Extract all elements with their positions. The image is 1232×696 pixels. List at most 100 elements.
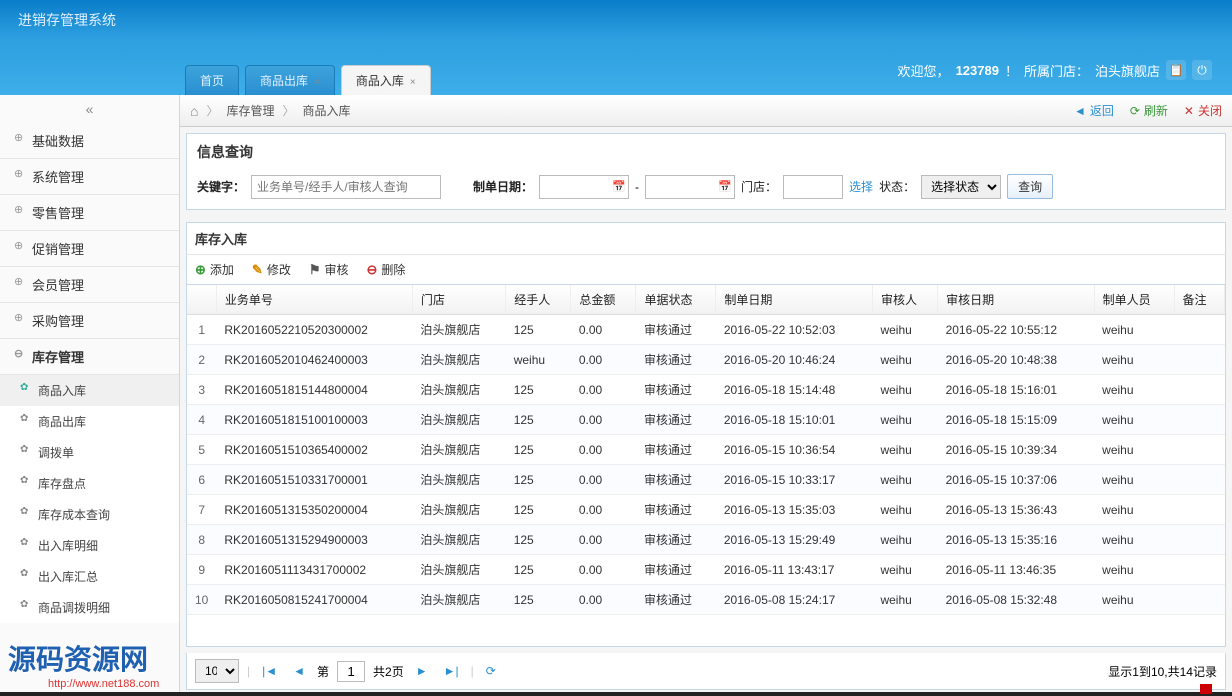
- welcome-prefix: 欢迎您，: [898, 61, 950, 80]
- table-row[interactable]: 3RK2016051815144800004泊头旗舰店1250.00审核通过20…: [187, 375, 1225, 405]
- table-row[interactable]: 6RK2016051510331700001泊头旗舰店1250.00审核通过20…: [187, 465, 1225, 495]
- table-row[interactable]: 7RK2016051315350200004泊头旗舰店1250.00审核通过20…: [187, 495, 1225, 525]
- nav-group-基础数据[interactable]: 基础数据: [0, 123, 179, 159]
- date-label: 制单日期：: [473, 178, 533, 195]
- refresh-button[interactable]: ⟳刷新: [1130, 102, 1168, 119]
- store-input[interactable]: [783, 175, 843, 199]
- breadcrumb-lvl1[interactable]: 库存管理: [226, 102, 274, 119]
- audit-button[interactable]: ⚑审核: [309, 261, 349, 278]
- flag-icon: ⚑: [309, 262, 321, 278]
- nav-item-库存成本查询[interactable]: 库存成本查询: [0, 499, 179, 530]
- col-header[interactable]: 审核日期: [938, 285, 1095, 315]
- app-title: 进销存管理系统: [18, 10, 116, 30]
- tab-close-icon[interactable]: ×: [314, 77, 320, 88]
- refresh-icon: ⟳: [1130, 104, 1140, 118]
- breadcrumb-lvl2: 商品入库: [303, 102, 351, 119]
- nav-item-调拨单[interactable]: 调拨单: [0, 437, 179, 468]
- col-header[interactable]: 审核人: [872, 285, 937, 315]
- pencil-icon: ✎: [252, 262, 263, 278]
- table-row[interactable]: 2RK2016052010462400003泊头旗舰店weihu0.00审核通过…: [187, 345, 1225, 375]
- home-icon[interactable]: ⌂: [190, 103, 198, 119]
- keyword-label: 关键字：: [197, 178, 245, 195]
- prev-page-button[interactable]: ◄: [289, 664, 309, 678]
- status-select[interactable]: 选择状态: [921, 175, 1001, 199]
- col-header[interactable]: 单据状态: [636, 285, 716, 315]
- grid-toolbar: ⊕添加 ✎修改 ⚑审核 ⊖删除: [186, 254, 1226, 285]
- status-label: 状态：: [879, 178, 915, 195]
- nav-group-库存管理[interactable]: 库存管理: [0, 339, 179, 375]
- edit-button[interactable]: ✎修改: [252, 261, 291, 278]
- collapse-button[interactable]: «: [0, 95, 179, 123]
- next-page-button[interactable]: ►: [412, 664, 432, 678]
- add-button[interactable]: ⊕添加: [195, 261, 234, 278]
- reload-button[interactable]: ⟳: [482, 664, 500, 678]
- power-icon[interactable]: ⏻: [1192, 60, 1212, 80]
- tab-close-icon[interactable]: ×: [410, 77, 416, 88]
- nav-group-系统管理[interactable]: 系统管理: [0, 159, 179, 195]
- back-button[interactable]: ◄返回: [1074, 102, 1114, 119]
- nav-item-库存盘点[interactable]: 库存盘点: [0, 468, 179, 499]
- col-header[interactable]: 经手人: [506, 285, 571, 315]
- last-page-button[interactable]: ►|: [440, 664, 463, 678]
- col-header[interactable]: 总金额: [571, 285, 636, 315]
- first-page-button[interactable]: |◄: [258, 664, 281, 678]
- tabs-bar: 首页商品出库×商品入库×: [185, 65, 431, 95]
- page-size-select[interactable]: 10: [195, 659, 239, 683]
- nav-group-零售管理[interactable]: 零售管理: [0, 195, 179, 231]
- plus-icon: ⊕: [195, 262, 206, 278]
- store-label: 门店：: [741, 178, 777, 195]
- table-row[interactable]: 10RK2016050815241700004泊头旗舰店1250.00审核通过2…: [187, 585, 1225, 615]
- calendar-icon: 📅: [716, 180, 734, 193]
- nav-group-采购管理[interactable]: 采购管理: [0, 303, 179, 339]
- col-header[interactable]: 业务单号: [216, 285, 412, 315]
- col-header[interactable]: 门店: [412, 285, 505, 315]
- col-header[interactable]: 备注: [1174, 285, 1224, 315]
- table-row[interactable]: 4RK2016051815100100003泊头旗舰店1250.00审核通过20…: [187, 405, 1225, 435]
- nav-item-商品入库[interactable]: 商品入库: [0, 375, 179, 406]
- back-icon: ◄: [1074, 104, 1086, 118]
- breadcrumb: ⌂ 〉 库存管理 〉 商品入库 ◄返回 ⟳刷新 ✕关闭: [180, 95, 1232, 127]
- keyword-input[interactable]: [251, 175, 441, 199]
- welcome-sep: ！: [1005, 61, 1018, 80]
- user-info: 欢迎您， 123789 ！ 所属门店： 泊头旗舰店 📋 ⏻: [898, 60, 1212, 80]
- date-from-input[interactable]: [540, 178, 610, 196]
- welcome-user: 123789: [956, 63, 999, 78]
- table-row[interactable]: 9RK2016051113431700002泊头旗舰店1250.00审核通过20…: [187, 555, 1225, 585]
- col-header[interactable]: 制单人员: [1094, 285, 1174, 315]
- nav-item-出入库汇总[interactable]: 出入库汇总: [0, 561, 179, 592]
- clipboard-icon[interactable]: 📋: [1166, 60, 1186, 80]
- table-row[interactable]: 5RK2016051510365400002泊头旗舰店1250.00审核通过20…: [187, 435, 1225, 465]
- nav-item-出入库明细[interactable]: 出入库明细: [0, 530, 179, 561]
- minus-icon: ⊖: [367, 262, 378, 278]
- close-icon: ✕: [1184, 104, 1194, 118]
- calendar-icon: 📅: [610, 180, 628, 193]
- search-panel-title: 信息查询: [187, 134, 1225, 170]
- store-name: 泊头旗舰店: [1095, 61, 1160, 80]
- page-label-pre: 第: [317, 663, 329, 680]
- sidebar: « 基础数据系统管理零售管理促销管理会员管理采购管理库存管理商品入库商品出库调拨…: [0, 95, 180, 696]
- tab-商品入库[interactable]: 商品入库×: [341, 65, 431, 95]
- tab-首页[interactable]: 首页: [185, 65, 239, 95]
- delete-button[interactable]: ⊖删除: [367, 261, 406, 278]
- date-to[interactable]: 📅: [645, 175, 735, 199]
- col-header[interactable]: 制单日期: [716, 285, 873, 315]
- tab-商品出库[interactable]: 商品出库×: [245, 65, 335, 95]
- nav-group-促销管理[interactable]: 促销管理: [0, 231, 179, 267]
- table-row[interactable]: 1RK2016052210520300002泊头旗舰店1250.00审核通过20…: [187, 315, 1225, 345]
- grid-section-title: 库存入库: [186, 222, 1226, 254]
- pager: 10 | |◄ ◄ 第 共2页 ► ►| | ⟳ 显示1到10,共14记录: [186, 653, 1226, 690]
- table-row[interactable]: 8RK2016051315294900003泊头旗舰店1250.00审核通过20…: [187, 525, 1225, 555]
- data-grid: 业务单号门店经手人总金额单据状态制单日期审核人审核日期制单人员备注 1RK201…: [187, 285, 1225, 615]
- date-from[interactable]: 📅: [539, 175, 629, 199]
- choose-store-link[interactable]: 选择: [849, 178, 873, 195]
- nav-group-会员管理[interactable]: 会员管理: [0, 267, 179, 303]
- nav-item-商品出库[interactable]: 商品出库: [0, 406, 179, 437]
- date-to-input[interactable]: [646, 178, 716, 196]
- page-input[interactable]: [337, 661, 365, 682]
- page-total: 共2页: [373, 663, 404, 680]
- store-label: 所属门店：: [1024, 61, 1089, 80]
- query-button[interactable]: 查询: [1007, 174, 1053, 199]
- close-button[interactable]: ✕关闭: [1184, 102, 1222, 119]
- pager-summary: 显示1到10,共14记录: [1108, 663, 1217, 680]
- nav-item-商品调拨明细[interactable]: 商品调拨明细: [0, 592, 179, 623]
